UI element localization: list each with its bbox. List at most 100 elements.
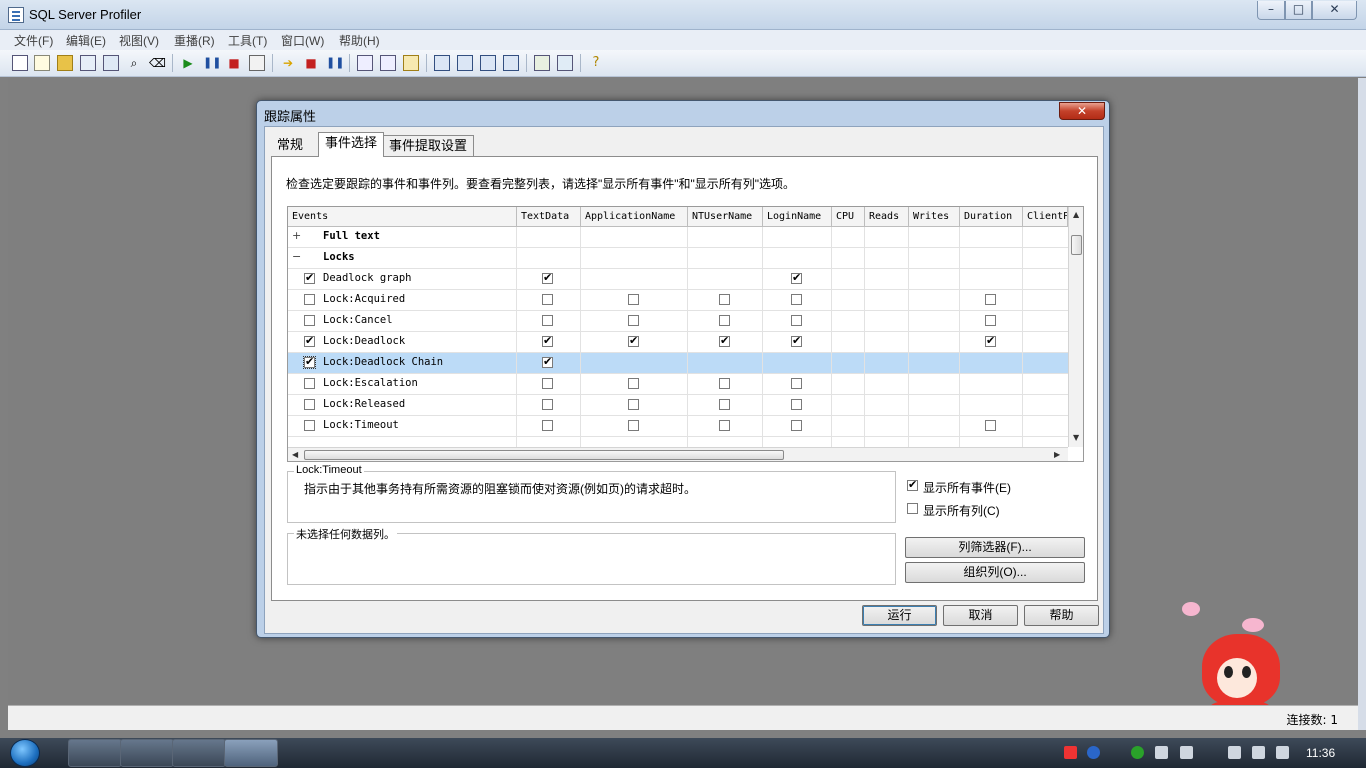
- help-button[interactable]: 帮助: [1024, 605, 1099, 626]
- run-icon[interactable]: ▶: [180, 55, 196, 71]
- column-checkbox[interactable]: [791, 271, 802, 284]
- column-header[interactable]: Events: [288, 207, 517, 227]
- event-row[interactable]: Deadlock graph: [288, 269, 1068, 290]
- menu-file[interactable]: 文件(F): [14, 32, 53, 49]
- event-row[interactable]: Lock:Escalation: [288, 374, 1068, 395]
- column-header[interactable]: ApplicationName: [581, 207, 688, 227]
- column-header[interactable]: Duration: [960, 207, 1023, 227]
- taskbar-app-explorer[interactable]: [172, 739, 226, 767]
- scroll-right-icon[interactable]: ▶: [1054, 450, 1060, 459]
- start-button[interactable]: [6, 738, 46, 768]
- column-checkbox[interactable]: [985, 315, 996, 326]
- replay-pause-icon[interactable]: ❚❚: [326, 55, 344, 71]
- column-checkbox[interactable]: [985, 334, 996, 347]
- save-icon[interactable]: [80, 55, 96, 71]
- vertical-scrollbar[interactable]: ▲ ▼: [1068, 207, 1083, 447]
- stop-icon[interactable]: ■: [226, 55, 242, 71]
- column-checkbox[interactable]: [542, 420, 553, 431]
- event-row[interactable]: Lock:Released: [288, 395, 1068, 416]
- step-icon[interactable]: [357, 55, 373, 71]
- menu-tools[interactable]: 工具(T): [228, 32, 267, 49]
- column-checkbox[interactable]: [542, 378, 553, 389]
- help-icon[interactable]: ?: [588, 55, 604, 71]
- menu-edit[interactable]: 编辑(E): [66, 32, 106, 49]
- column-checkbox[interactable]: [985, 294, 996, 305]
- show-all-events-checkbox[interactable]: [907, 478, 918, 491]
- column-header[interactable]: NTUserName: [688, 207, 763, 227]
- new-template-icon[interactable]: [34, 55, 50, 71]
- auto-scroll-icon[interactable]: [503, 55, 519, 71]
- column-checkbox[interactable]: [719, 420, 730, 431]
- tray-clock[interactable]: 11:36: [1306, 746, 1335, 760]
- show-all-events-label[interactable]: 显示所有事件(E): [923, 479, 1011, 496]
- event-category-row[interactable]: − Locks: [288, 248, 1068, 269]
- event-checkbox[interactable]: [304, 378, 315, 389]
- event-row[interactable]: Lock:Timeout: [288, 416, 1068, 437]
- tray-signal-icon[interactable]: [1252, 746, 1265, 759]
- event-row[interactable]: Lock:Cancel: [288, 311, 1068, 332]
- pause-icon[interactable]: ❚❚: [203, 55, 221, 71]
- scroll-left-icon[interactable]: ◀: [292, 450, 298, 459]
- new-trace-icon[interactable]: [12, 55, 28, 71]
- tile-horizontal-icon[interactable]: [457, 55, 473, 71]
- tray-add-icon[interactable]: [1131, 746, 1144, 759]
- show-all-columns-checkbox[interactable]: [907, 503, 918, 514]
- event-category-row[interactable]: + Full text: [288, 227, 1068, 248]
- column-header[interactable]: ClientP: [1023, 207, 1068, 227]
- properties-icon[interactable]: [103, 55, 119, 71]
- taskbar-app-skype[interactable]: [68, 739, 122, 767]
- menu-help[interactable]: 帮助(H): [339, 32, 380, 49]
- show-all-columns-label[interactable]: 显示所有列(C): [923, 502, 1000, 519]
- scroll-up-icon[interactable]: ▲: [1073, 210, 1079, 219]
- column-checkbox[interactable]: [628, 399, 639, 410]
- horizontal-scroll-thumb[interactable]: [304, 450, 784, 460]
- find-icon[interactable]: ⌕: [126, 55, 142, 71]
- column-filter-button[interactable]: 列筛选器(F)...: [905, 537, 1085, 558]
- column-checkbox[interactable]: [791, 399, 802, 410]
- minimize-button[interactable]: –: [1257, 1, 1285, 20]
- taskbar-app-tools[interactable]: [120, 739, 174, 767]
- menu-view[interactable]: 视图(V): [119, 32, 159, 49]
- column-checkbox[interactable]: [628, 420, 639, 431]
- event-checkbox[interactable]: [304, 420, 315, 431]
- tab-events-selection[interactable]: 事件选择: [318, 132, 385, 157]
- column-checkbox[interactable]: [542, 355, 553, 368]
- column-checkbox[interactable]: [628, 294, 639, 305]
- trace-properties-icon[interactable]: [249, 55, 265, 71]
- event-checkbox[interactable]: [304, 399, 315, 410]
- event-checkbox[interactable]: [304, 271, 315, 284]
- expand-icon[interactable]: +: [292, 230, 301, 241]
- eraser-icon[interactable]: ⌫: [149, 55, 166, 71]
- column-checkbox[interactable]: [791, 315, 802, 326]
- tile-vertical-icon[interactable]: [480, 55, 496, 71]
- column-checkbox[interactable]: [791, 294, 802, 305]
- column-checkbox[interactable]: [985, 420, 996, 431]
- organize-columns-button[interactable]: 组织列(O)...: [905, 562, 1085, 583]
- vertical-scroll-thumb[interactable]: [1071, 235, 1082, 255]
- tab-general[interactable]: 常规: [271, 135, 309, 156]
- tray-power-icon[interactable]: [1228, 746, 1241, 759]
- event-checkbox[interactable]: [303, 355, 316, 369]
- event-row[interactable]: Lock:Deadlock: [288, 332, 1068, 353]
- column-checkbox[interactable]: [628, 334, 639, 347]
- replay-icon[interactable]: ➔: [280, 55, 296, 71]
- event-checkbox[interactable]: [304, 294, 315, 305]
- column-header[interactable]: Writes: [909, 207, 960, 227]
- event-checkbox[interactable]: [304, 315, 315, 326]
- activity-monitor-icon[interactable]: [534, 55, 550, 71]
- column-checkbox[interactable]: [542, 334, 553, 347]
- column-checkbox[interactable]: [719, 378, 730, 389]
- cascade-icon[interactable]: [434, 55, 450, 71]
- column-checkbox[interactable]: [719, 399, 730, 410]
- dialog-close-button[interactable]: ✕: [1059, 102, 1105, 120]
- maximize-button[interactable]: □: [1285, 1, 1312, 20]
- tab-event-extraction[interactable]: 事件提取设置: [382, 135, 475, 156]
- performance-monitor-icon[interactable]: [557, 55, 573, 71]
- menu-replay[interactable]: 重播(R): [174, 32, 215, 49]
- column-checkbox[interactable]: [791, 420, 802, 431]
- tray-device-icon[interactable]: [1155, 746, 1168, 759]
- column-checkbox[interactable]: [542, 399, 553, 410]
- column-checkbox[interactable]: [542, 315, 553, 326]
- taskbar-app-profiler[interactable]: [224, 739, 278, 767]
- tray-help-icon[interactable]: [1087, 746, 1100, 759]
